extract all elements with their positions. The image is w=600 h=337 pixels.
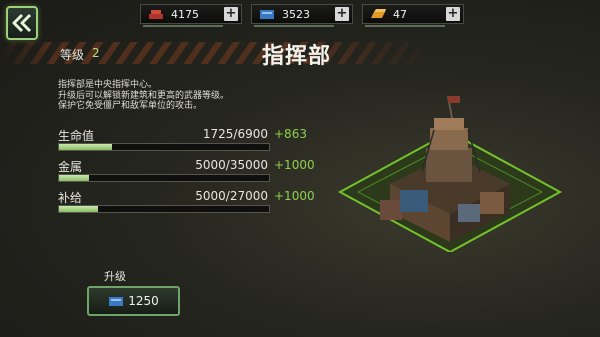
stat-label: 生命值 <box>58 129 95 143</box>
steel-value: 4175 <box>171 7 199 21</box>
back-button[interactable] <box>6 6 38 40</box>
add-steel-button[interactable]: + <box>224 7 238 21</box>
supply-crate-icon <box>109 297 124 306</box>
steel-icon <box>147 7 165 21</box>
add-gold-button[interactable]: + <box>446 7 460 21</box>
description-line: 指挥部是中央指挥中心。 <box>58 80 158 90</box>
stat-progress-fill <box>59 144 112 150</box>
stat-value: 1725/6900 <box>202 127 268 141</box>
stat-value: 5000/27000 <box>195 189 268 203</box>
resource-gold: 47 + <box>362 4 464 27</box>
resource-supply: 3523 + <box>251 4 353 27</box>
stat-progress-fill <box>59 175 90 181</box>
stat-bonus: +1000 <box>274 189 315 203</box>
description-line: 升级后可以解锁新建筑和更高的武器等级。 <box>58 90 230 101</box>
stat-supply: 补给 5000/27000 +1000 <box>58 189 328 219</box>
stat-label: 金属 <box>58 160 83 174</box>
command-center-building-image <box>337 95 563 252</box>
add-supply-button[interactable]: + <box>335 7 349 21</box>
building-title: 指挥部 <box>262 44 332 69</box>
supply-value: 3523 <box>282 7 310 21</box>
description-line: 保护它免受僵尸和敌军单位的攻击。 <box>58 101 203 111</box>
gold-value: 47 <box>393 7 407 21</box>
upgrade-cost: 1250 <box>128 294 159 308</box>
stat-bonus: +1000 <box>274 158 315 172</box>
stat-progress-track <box>58 143 270 151</box>
resource-bar <box>254 25 334 27</box>
stat-value: 5000/35000 <box>195 158 268 172</box>
resource-steel: 4175 + <box>140 4 242 27</box>
stat-bonus: +863 <box>274 127 307 141</box>
upgrade-label: 升级 <box>104 270 126 283</box>
upgrade-button[interactable]: 1250 <box>87 286 180 316</box>
stat-progress-track <box>58 205 270 213</box>
building-description: 指挥部是中央指挥中心。 升级后可以解锁新建筑和更高的武器等级。 保护它免受僵尸和… <box>58 80 298 112</box>
stat-label: 补给 <box>58 191 83 205</box>
resource-bar <box>143 25 223 27</box>
stat-progress-track <box>58 174 270 182</box>
resource-bar <box>365 25 445 27</box>
level-label: 等级 <box>60 48 85 62</box>
level-value: 2 <box>92 46 100 60</box>
supply-crate-icon <box>258 7 276 21</box>
stat-progress-fill <box>59 206 98 212</box>
gold-bar-icon <box>369 7 387 21</box>
double-chevron-left-icon <box>12 13 32 33</box>
stat-health: 生命值 1725/6900 +863 <box>58 127 328 157</box>
stat-metal: 金属 5000/35000 +1000 <box>58 158 328 188</box>
